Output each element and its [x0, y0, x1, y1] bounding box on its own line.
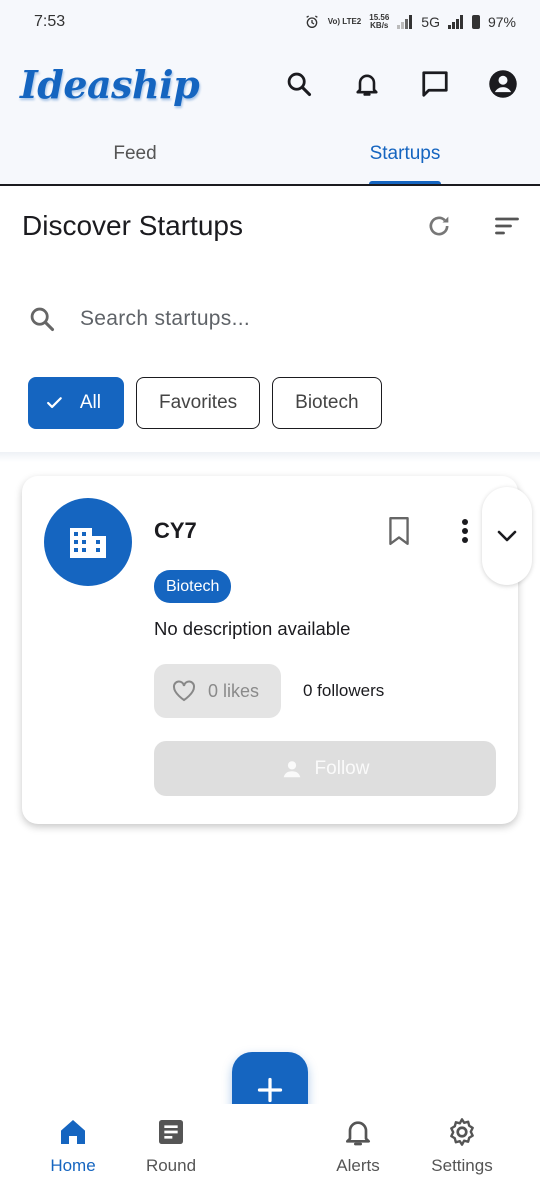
search-icon[interactable] [284, 69, 314, 99]
follow-label: Follow [314, 757, 370, 779]
page-header: Discover Startups [22, 206, 522, 246]
startup-description: No description available [154, 618, 351, 639]
article-icon [159, 1120, 183, 1144]
sort-icon[interactable] [492, 211, 522, 241]
chip-all-label: All [79, 392, 101, 413]
speed-unit: KB/s [370, 21, 389, 30]
nav-round-label: Round [145, 1156, 197, 1175]
nav-alerts[interactable]: Alerts [313, 1116, 403, 1176]
bell-icon [346, 1121, 370, 1146]
chip-all[interactable]: All [28, 377, 124, 429]
nav-settings-label: Settings [431, 1156, 493, 1175]
battery-level: 97% [487, 14, 516, 30]
filter-chips: All Favorites Biotech [28, 377, 382, 429]
heart-icon [173, 680, 195, 702]
tab-startups[interactable]: Startups [270, 124, 540, 184]
app-logo: Ideaship [20, 61, 200, 107]
nav-round[interactable]: Round [126, 1116, 216, 1176]
status-icons: Vo) LTE2 15.56 KB/s 5G 97% [304, 14, 516, 30]
account-icon[interactable] [488, 69, 518, 99]
refresh-icon[interactable] [424, 211, 454, 241]
app-bar-actions [284, 69, 520, 99]
network-label: Vo) LTE2 [327, 17, 362, 26]
startup-card[interactable]: CY7 Biotech No description available 0 l… [22, 476, 518, 824]
chip-favorites[interactable]: Favorites [136, 377, 261, 429]
alarm-icon [306, 15, 318, 28]
search-icon [30, 307, 55, 332]
status-time: 7:53 [34, 13, 66, 30]
app-bar: Ideaship [0, 44, 540, 124]
bottom-nav: Home Round Alerts Settings [0, 1104, 540, 1200]
signal-icon-2 [447, 15, 463, 29]
more-vert-icon[interactable] [450, 516, 480, 546]
follow-button[interactable]: Follow [154, 741, 496, 796]
category-tag: Biotech [154, 570, 232, 603]
expand-button[interactable] [482, 487, 532, 585]
chip-favorites-label: Favorites [159, 392, 238, 413]
bell-icon[interactable] [352, 69, 382, 99]
tab-feed[interactable]: Feed [0, 124, 270, 184]
bookmark-icon[interactable] [384, 516, 414, 546]
person-icon [283, 760, 300, 777]
check-icon [47, 397, 62, 409]
gear-icon [450, 1118, 474, 1146]
battery-icon [471, 15, 480, 29]
building-icon [70, 528, 106, 558]
nav-home-label: Home [50, 1156, 96, 1175]
network-type: 5G [421, 14, 440, 30]
signal-icon [397, 15, 413, 29]
status-bar: 7:53 Vo) LTE2 15.56 KB/s 5G 97% [0, 0, 540, 44]
chip-biotech[interactable]: Biotech [272, 377, 382, 429]
chevron-down-icon [497, 530, 517, 542]
home-icon [61, 1120, 85, 1144]
likes-count: 0 likes [208, 680, 260, 701]
page-title: Discover Startups [22, 210, 243, 241]
startup-name: CY7 [154, 518, 197, 543]
nav-home[interactable]: Home [28, 1116, 118, 1176]
startup-avatar [44, 498, 132, 586]
followers-count: 0 followers [303, 681, 385, 700]
top-tabs: Feed Startups [0, 124, 540, 186]
chat-icon[interactable] [420, 69, 450, 99]
page-header-actions [424, 211, 522, 241]
nav-settings[interactable]: Settings [417, 1116, 507, 1176]
chip-biotech-label: Biotech [295, 392, 359, 413]
like-button[interactable]: 0 likes [154, 664, 281, 718]
section-divider [0, 452, 540, 462]
plus-icon [257, 1077, 283, 1103]
search-bar[interactable]: Search startups... [28, 296, 508, 342]
search-input[interactable]: Search startups... [80, 307, 250, 331]
nav-alerts-label: Alerts [336, 1156, 380, 1175]
